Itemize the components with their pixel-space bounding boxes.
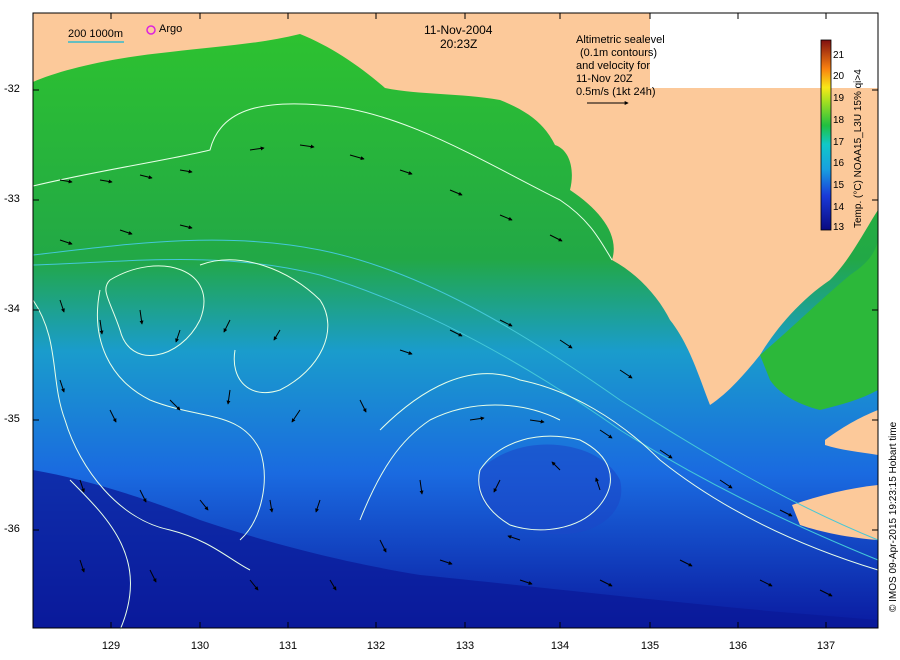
x-tick-label: 129 <box>101 640 121 652</box>
colorbar-tick-label: 18 <box>833 115 845 126</box>
y-tick-label: -35 <box>4 413 20 425</box>
colorbar <box>820 39 832 231</box>
isobath-legend-label: 200 1000m <box>68 28 124 40</box>
colorbar-title: Temp. (°C) NOAA15_L3U 15% qi>4 <box>853 69 864 228</box>
x-tick-label: 136 <box>728 640 748 652</box>
velocity-legend-line-3: and velocity for <box>576 60 650 72</box>
imos-credit: © IMOS 09-Apr-2015 19:23:15 Hobart time <box>888 421 899 612</box>
colorbar-tick-label: 17 <box>833 137 845 148</box>
x-tick-label: 130 <box>190 640 210 652</box>
colorbar-tick-label: 16 <box>833 158 845 169</box>
x-tick-label: 134 <box>550 640 570 652</box>
x-tick-label: 135 <box>640 640 660 652</box>
colorbar-tick-label: 19 <box>833 93 845 104</box>
velocity-legend-line-4: 11-Nov 20Z <box>576 73 633 85</box>
colorbar-tick-label: 15 <box>833 180 845 191</box>
colorbar-tick-label: 21 <box>833 50 845 61</box>
x-tick-label: 132 <box>366 640 386 652</box>
velocity-legend-line-5: 0.5m/s (1kt 24h) <box>576 86 656 98</box>
y-tick-label: -33 <box>4 193 20 205</box>
y-tick-label: -36 <box>4 523 20 535</box>
velocity-legend-line-2: (0.1m contours) <box>580 47 658 59</box>
colorbar-tick-label: 14 <box>833 202 845 213</box>
y-tick-label: -34 <box>4 303 20 315</box>
velocity-legend-line-1: Altimetric sealevel <box>576 34 665 46</box>
sst-map <box>32 12 879 631</box>
image-date: 11-Nov-2004 <box>424 23 493 37</box>
image-time: 20:23Z <box>440 37 478 51</box>
y-tick-label: -32 <box>4 83 20 95</box>
x-tick-label: 133 <box>455 640 475 652</box>
x-tick-label: 131 <box>278 640 298 652</box>
x-tick-label: 137 <box>816 640 836 652</box>
colorbar-tick-label: 13 <box>833 222 845 233</box>
colorbar-tick-label: 20 <box>833 71 845 82</box>
argo-legend-label: Argo <box>159 23 183 35</box>
